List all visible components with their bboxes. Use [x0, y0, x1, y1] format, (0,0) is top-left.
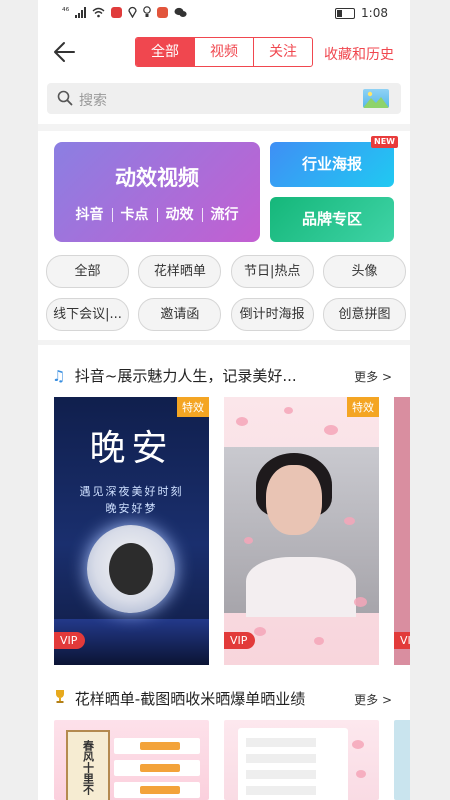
banner-tag: 抖音: [75, 207, 104, 223]
template-card-partial[interactable]: [394, 720, 410, 800]
banner-tag: 流行: [201, 208, 247, 222]
section-title-text: 抖音~展示魅力人生，记录美好...: [74, 367, 297, 385]
template-card[interactable]: [224, 720, 379, 800]
chat-bubble-image: [114, 782, 200, 798]
search-icon: [57, 90, 73, 106]
top-nav: 全部 视频 关注 收藏和历史: [38, 34, 410, 70]
battery-icon: [335, 7, 356, 19]
section-title: 花样晒单-截图晒收米晒爆单晒业绩: [52, 688, 305, 709]
category-pill[interactable]: 邀请函: [138, 298, 222, 331]
effect-badge: 特效: [347, 397, 379, 417]
right-gutter: [410, 0, 450, 800]
app-screen: ⁴⁶ 1:08 全部 视频 关注 收藏和历史 搜索 动效视频 抖音 卡点 动效 …: [38, 0, 410, 800]
template-card-partial[interactable]: VIP: [394, 397, 410, 665]
app-notification-icon: [111, 6, 123, 18]
category-row-2: 线下会议|... 邀请函 倒计时海报 创意拼图: [46, 298, 406, 331]
status-icons-left: ⁴⁶: [62, 6, 187, 18]
favorites-history-link[interactable]: 收藏和历史: [324, 44, 394, 64]
bulb-icon: [143, 6, 152, 17]
location-icon: [128, 6, 137, 18]
trophy-icon: [52, 688, 70, 708]
template-card[interactable]: 春风十里不: [54, 720, 209, 800]
banner-tag: 动效: [156, 208, 202, 222]
section-title-text: 花样晒单-截图晒收米晒爆单晒业绩: [74, 690, 306, 708]
template-card[interactable]: 晚安 遇见深夜美好时刻 晚安好梦 特效 VIP: [54, 397, 209, 665]
vip-badge: VIP: [54, 632, 86, 649]
category-pill[interactable]: 全部: [46, 255, 129, 288]
new-badge: NEW: [371, 136, 398, 148]
vip-badge: VIP: [224, 632, 256, 649]
left-gutter: [0, 0, 38, 800]
animated-video-banner[interactable]: 动效视频 抖音 卡点 动效 流行: [54, 142, 260, 242]
card-subline: 遇见深夜美好时刻: [79, 485, 184, 498]
more-link[interactable]: 更多 >: [354, 691, 392, 708]
status-icons-right: 1:08: [335, 6, 388, 20]
image-search-icon[interactable]: [363, 89, 389, 108]
clock: 1:08: [361, 6, 388, 20]
back-arrow-icon[interactable]: [52, 40, 78, 64]
banner-title: 动效视频: [115, 166, 199, 190]
section-divider: [38, 124, 410, 131]
industry-poster-banner[interactable]: 行业海报 NEW: [270, 136, 398, 187]
banner-tags: 抖音 卡点 动效 流行: [54, 208, 260, 222]
brand-zone-label: 品牌专区: [301, 210, 362, 228]
scroll-image: 春风十里不: [66, 730, 110, 800]
tab-all[interactable]: 全部: [136, 38, 194, 66]
category-pill[interactable]: 节日|热点: [230, 255, 314, 288]
section-title: ♫ 抖音~展示魅力人生，记录美好...: [52, 365, 297, 386]
category-pill[interactable]: 线下会议|...: [46, 298, 129, 331]
tab-following[interactable]: 关注: [253, 38, 312, 66]
vip-badge: VIP: [394, 632, 410, 649]
status-bar: ⁴⁶ 1:08: [38, 0, 410, 28]
card-headline: 晚安: [89, 428, 174, 469]
scroll-text: 春风十里不: [81, 740, 95, 795]
category-pill[interactable]: 倒计时海报: [230, 298, 314, 331]
card-subline: 晚安好梦: [105, 502, 158, 515]
music-note-icon: ♫: [52, 367, 66, 385]
chat-screenshot-image: [238, 728, 348, 800]
network-type-label: ⁴⁶: [62, 7, 70, 17]
template-card[interactable]: 特效 VIP: [224, 397, 379, 665]
brand-zone-banner[interactable]: 品牌专区: [270, 197, 394, 242]
category-pill[interactable]: 创意拼图: [322, 298, 406, 331]
wechat-icon: [174, 7, 187, 17]
app-notification-icon-2: [157, 6, 169, 18]
section-divider: [38, 340, 410, 345]
signal-icon: [75, 6, 87, 18]
industry-poster-label: 行业海报: [301, 155, 362, 173]
category-pill[interactable]: 头像: [322, 255, 406, 288]
portrait-image: [224, 447, 379, 617]
effect-badge: 特效: [177, 397, 209, 417]
chat-bubble-image: [114, 738, 200, 754]
search-bar[interactable]: 搜索: [47, 83, 401, 114]
moon-portrait-image: [87, 525, 175, 613]
category-row-1: 全部 花样晒单 节日|热点 头像: [46, 255, 406, 288]
category-pill[interactable]: 花样晒单: [138, 255, 222, 288]
wifi-icon: [92, 7, 105, 17]
banner-tag: 卡点: [111, 208, 157, 222]
search-placeholder: 搜索: [79, 93, 107, 109]
tab-video[interactable]: 视频: [194, 38, 253, 66]
more-link[interactable]: 更多 >: [354, 368, 392, 385]
filter-tabs: 全部 视频 关注: [135, 37, 313, 67]
chat-bubble-image: [114, 760, 200, 776]
